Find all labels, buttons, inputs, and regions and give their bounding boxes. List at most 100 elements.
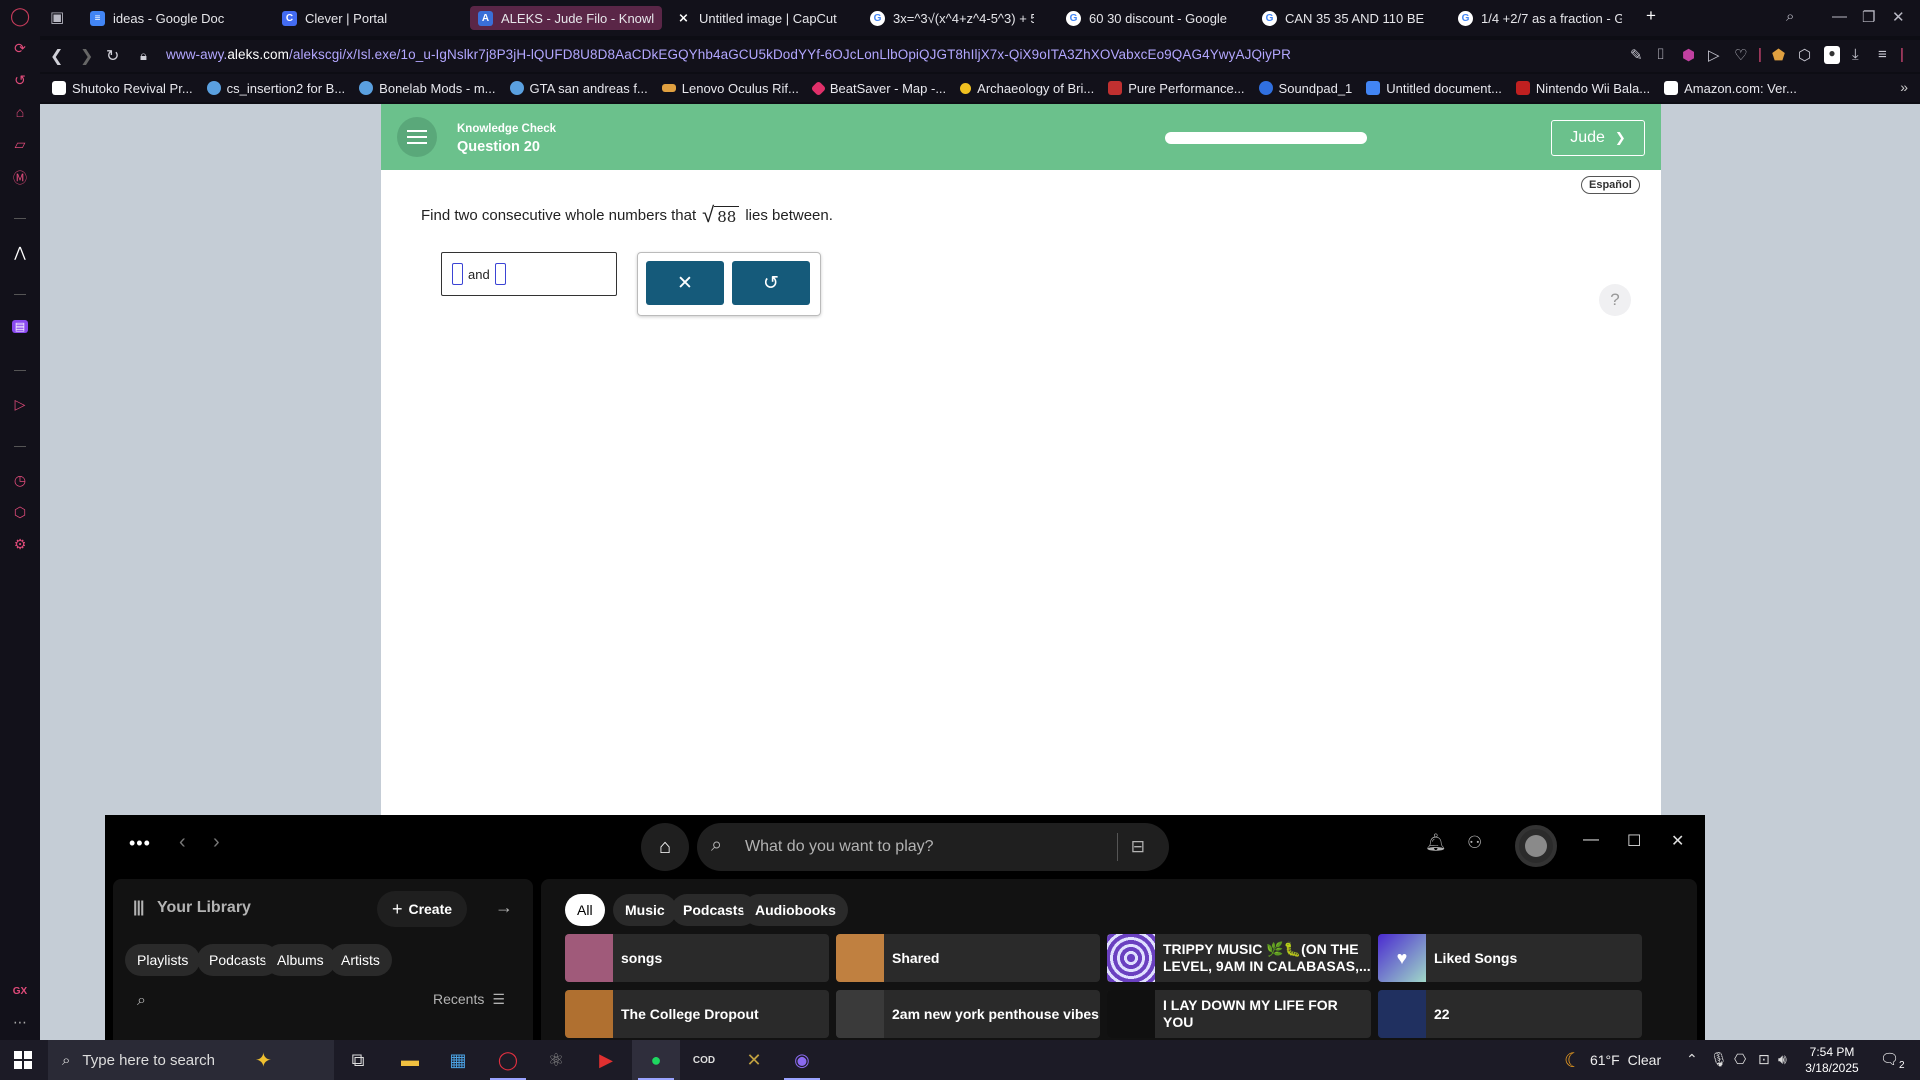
bookmark-item[interactable]: Shutoko Revival Pr... bbox=[52, 81, 193, 96]
more-dots-icon[interactable]: ⋯ bbox=[10, 1014, 30, 1031]
history-clock-icon[interactable]: ◷ bbox=[10, 472, 30, 489]
volume-icon[interactable]: 🔊︎ bbox=[1778, 1051, 1787, 1068]
spotify-taskbar-icon[interactable]: ● bbox=[632, 1040, 680, 1080]
bookmark-item[interactable]: Amazon.com: Ver... bbox=[1664, 81, 1797, 96]
undo-button[interactable]: ↺ bbox=[732, 261, 810, 305]
answer-input-box[interactable]: and bbox=[441, 252, 617, 296]
tab-workspace-icon[interactable]: ▣ bbox=[50, 8, 64, 26]
gx-logo-icon[interactable]: GX bbox=[10, 986, 30, 997]
shortcut-card[interactable]: 2am new york penthouse vibes bbox=[836, 990, 1100, 1038]
cube-icon[interactable]: ⬡ bbox=[10, 504, 30, 521]
shortcut-card[interactable]: songs bbox=[565, 934, 829, 982]
library-title[interactable]: Your Library bbox=[157, 899, 251, 917]
microphone-icon[interactable]: 🎙︎ bbox=[1710, 1051, 1728, 1068]
create-button[interactable]: + Create bbox=[377, 891, 467, 927]
tab-google-search-2[interactable]: G 60 30 discount - Google S bbox=[1058, 6, 1238, 30]
home-button[interactable]: ⌂ bbox=[641, 823, 689, 871]
task-view-icon[interactable]: ⧉ bbox=[334, 1040, 382, 1080]
tab-aleks[interactable]: A ALEKS - Jude Filo - Knowl bbox=[470, 6, 662, 30]
settings-gear-icon[interactable]: ⚙ bbox=[10, 536, 30, 553]
spotify-search-input[interactable]: ⌕ What do you want to play? ⊟ bbox=[697, 823, 1169, 871]
first-number-input[interactable] bbox=[452, 263, 463, 285]
maximize-icon[interactable]: ☐ bbox=[1627, 831, 1641, 851]
bookmark-item[interactable]: Nintendo Wii Bala... bbox=[1515, 81, 1650, 96]
tab-search-icon[interactable]: ⌕ bbox=[1786, 8, 1794, 25]
call-of-duty-icon[interactable]: COD bbox=[680, 1040, 728, 1080]
bookmark-item[interactable]: Lenovo Oculus Rif... bbox=[661, 81, 799, 96]
taskbar-search-input[interactable]: ⌕ Type here to search ✦ bbox=[48, 1040, 334, 1080]
bookmark-item[interactable]: Untitled document... bbox=[1366, 81, 1502, 96]
system-clock[interactable]: 7:54 PM 3/18/2025 bbox=[1794, 1044, 1870, 1076]
new-tab-plus-icon[interactable]: + bbox=[1646, 6, 1656, 26]
restore-icon[interactable]: ❐ bbox=[1862, 8, 1875, 26]
close-icon[interactable]: ✕ bbox=[1671, 831, 1684, 851]
tab-google-search-1[interactable]: G 3x=^3√(x^4+z^4-5^3) + 5 bbox=[862, 6, 1042, 30]
back-arrow-icon[interactable]: ‹ bbox=[179, 831, 186, 854]
download-icon[interactable]: ⤓ bbox=[1852, 46, 1859, 63]
hamburger-menu-button[interactable] bbox=[397, 117, 437, 157]
friends-icon[interactable]: ⚇ bbox=[1467, 833, 1482, 853]
close-window-icon[interactable]: ✕ bbox=[1892, 8, 1905, 26]
store-icon[interactable]: ▦ bbox=[434, 1040, 482, 1080]
shortcut-card[interactable]: The College Dropout bbox=[565, 990, 829, 1038]
edit-page-icon[interactable]: ✎ bbox=[1630, 46, 1643, 64]
tray-chevron-up-icon[interactable]: ⌃ bbox=[1686, 1051, 1698, 1068]
opera-logo-icon[interactable]: ◯ bbox=[10, 6, 30, 27]
media-player-icon[interactable]: ▶ bbox=[582, 1040, 630, 1080]
minimize-icon[interactable]: — bbox=[1832, 8, 1847, 25]
reload-icon[interactable]: ↻ bbox=[106, 46, 119, 66]
filter-all[interactable]: All bbox=[565, 894, 605, 926]
crypto-wallet-icon[interactable]: ⌂ bbox=[10, 104, 30, 120]
bookmark-item[interactable]: Soundpad_1 bbox=[1258, 81, 1352, 96]
bookmark-item[interactable]: Pure Performance... bbox=[1108, 81, 1245, 96]
bookmarks-overflow-icon[interactable]: » bbox=[1900, 79, 1908, 95]
more-options-icon[interactable]: ••• bbox=[129, 833, 151, 854]
menu-icon[interactable]: ≡ bbox=[1878, 46, 1887, 63]
shortcut-card[interactable]: 22 bbox=[1378, 990, 1642, 1038]
shortcut-card[interactable]: ♥ Liked Songs bbox=[1378, 934, 1642, 982]
profile-avatar-icon[interactable]: ● bbox=[1824, 46, 1840, 64]
back-arrow-icon[interactable]: ❮ bbox=[50, 46, 63, 66]
twitch-icon[interactable]: ▤ bbox=[12, 320, 28, 333]
notification-center-icon[interactable]: 🗨︎2 bbox=[1880, 1050, 1905, 1071]
cube-icon[interactable]: ⬡ bbox=[1798, 46, 1811, 64]
bookmark-item[interactable]: cs_insertion2 for B... bbox=[206, 81, 345, 96]
library-filter-artists[interactable]: Artists bbox=[329, 944, 392, 976]
filter-audiobooks[interactable]: Audiobooks bbox=[743, 894, 848, 926]
windows-start-icon[interactable] bbox=[14, 1051, 32, 1069]
tab-clever[interactable]: C Clever | Portal bbox=[274, 6, 404, 30]
clear-button[interactable]: ✕ bbox=[646, 261, 724, 305]
tab-google-search-4[interactable]: G 1/4 +2/7 as a fraction - Go bbox=[1450, 6, 1630, 30]
tab-capcut[interactable]: ⨯ Untitled image | CapCut bbox=[668, 6, 848, 30]
player-icon[interactable]: ▷ bbox=[10, 396, 30, 413]
bookmark-item[interactable]: GTA san andreas f... bbox=[509, 81, 648, 96]
espanol-toggle-button[interactable]: Español bbox=[1581, 176, 1640, 194]
messenger-icon[interactable]: Ⓜ bbox=[10, 168, 30, 188]
tab-google-docs[interactable]: ≡ ideas - Google Docs bbox=[82, 6, 232, 30]
heart-icon[interactable]: ♡ bbox=[1734, 46, 1747, 64]
bell-icon[interactable]: 🔔︎ bbox=[1425, 833, 1447, 853]
tab-google-search-3[interactable]: G CAN 35 35 AND 110 BE ME bbox=[1254, 6, 1434, 30]
url-field[interactable]: www-awy.aleks.com/alekscgi/x/Isl.exe/1o_… bbox=[166, 47, 1291, 62]
extension-icon[interactable]: ⬟ bbox=[1772, 46, 1785, 64]
network-icon[interactable]: ⊡ bbox=[1758, 1051, 1770, 1068]
discord-icon[interactable]: ◉ bbox=[778, 1040, 826, 1080]
library-icon[interactable]: ||| bbox=[133, 899, 144, 917]
meet-icon[interactable]: ⎔ bbox=[1734, 1051, 1746, 1068]
browse-icon[interactable]: ⊟ bbox=[1117, 833, 1145, 861]
game-launcher-icon[interactable]: ✕ bbox=[730, 1040, 778, 1080]
vpn-shield-icon[interactable]: ⬢ bbox=[1682, 46, 1695, 64]
filter-music[interactable]: Music bbox=[613, 894, 677, 926]
help-button[interactable]: ? bbox=[1599, 284, 1631, 316]
sidebar-toggle-icon[interactable]: | bbox=[1900, 46, 1904, 63]
aleks-sidebar-icon[interactable]: ⋀ bbox=[10, 244, 30, 261]
snapshot-camera-icon[interactable]: ⌷ bbox=[1656, 46, 1665, 63]
bookmark-item[interactable]: Bonelab Mods - m... bbox=[359, 81, 496, 96]
shortcut-card[interactable]: I LAY DOWN MY LIFE FOR YOU bbox=[1107, 990, 1371, 1038]
shortcut-card[interactable]: Shared bbox=[836, 934, 1100, 982]
gx-corner-icon[interactable]: ▱ bbox=[10, 136, 30, 153]
forward-arrow-icon[interactable]: › bbox=[213, 831, 220, 854]
library-filter-albums[interactable]: Albums bbox=[265, 944, 336, 976]
ai-icon[interactable]: ↺ bbox=[10, 72, 30, 89]
opera-gx-taskbar-icon[interactable]: ◯ bbox=[484, 1040, 532, 1080]
